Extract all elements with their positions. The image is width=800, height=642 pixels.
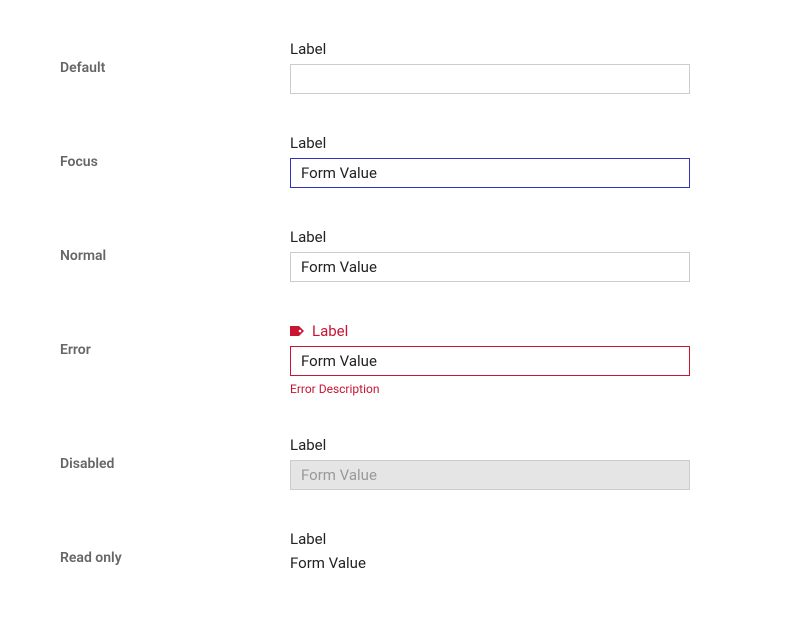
field-container-default: Label [290, 40, 690, 94]
input-disabled [290, 460, 690, 490]
row-error: Error Label Error Description [60, 322, 740, 396]
field-label-error-text: Label [312, 322, 348, 340]
field-label-disabled: Label [290, 436, 690, 454]
error-description: Error Description [290, 382, 690, 396]
row-disabled: Disabled Label [60, 436, 740, 490]
readonly-value: Form Value [290, 554, 690, 572]
row-normal: Normal Label [60, 228, 740, 282]
input-default[interactable] [290, 64, 690, 94]
field-label-readonly: Label [290, 530, 690, 548]
state-title-normal: Normal [60, 228, 290, 264]
row-readonly: Read only Label Form Value [60, 530, 740, 572]
state-title-readonly: Read only [60, 530, 290, 566]
field-label-normal: Label [290, 228, 690, 246]
tag-icon [290, 322, 304, 340]
field-container-readonly: Label Form Value [290, 530, 690, 572]
row-default: Default Label [60, 40, 740, 94]
field-label-error: Label [290, 322, 690, 340]
field-label-focus: Label [290, 134, 690, 152]
field-container-disabled: Label [290, 436, 690, 490]
field-label-default: Label [290, 40, 690, 58]
state-title-default: Default [60, 40, 290, 76]
input-normal[interactable] [290, 252, 690, 282]
state-title-disabled: Disabled [60, 436, 290, 472]
row-focus: Focus Label [60, 134, 740, 188]
field-container-normal: Label [290, 228, 690, 282]
input-focus[interactable] [290, 158, 690, 188]
field-container-error: Label Error Description [290, 322, 690, 396]
state-title-focus: Focus [60, 134, 290, 170]
state-title-error: Error [60, 322, 290, 358]
input-error[interactable] [290, 346, 690, 376]
field-container-focus: Label [290, 134, 690, 188]
